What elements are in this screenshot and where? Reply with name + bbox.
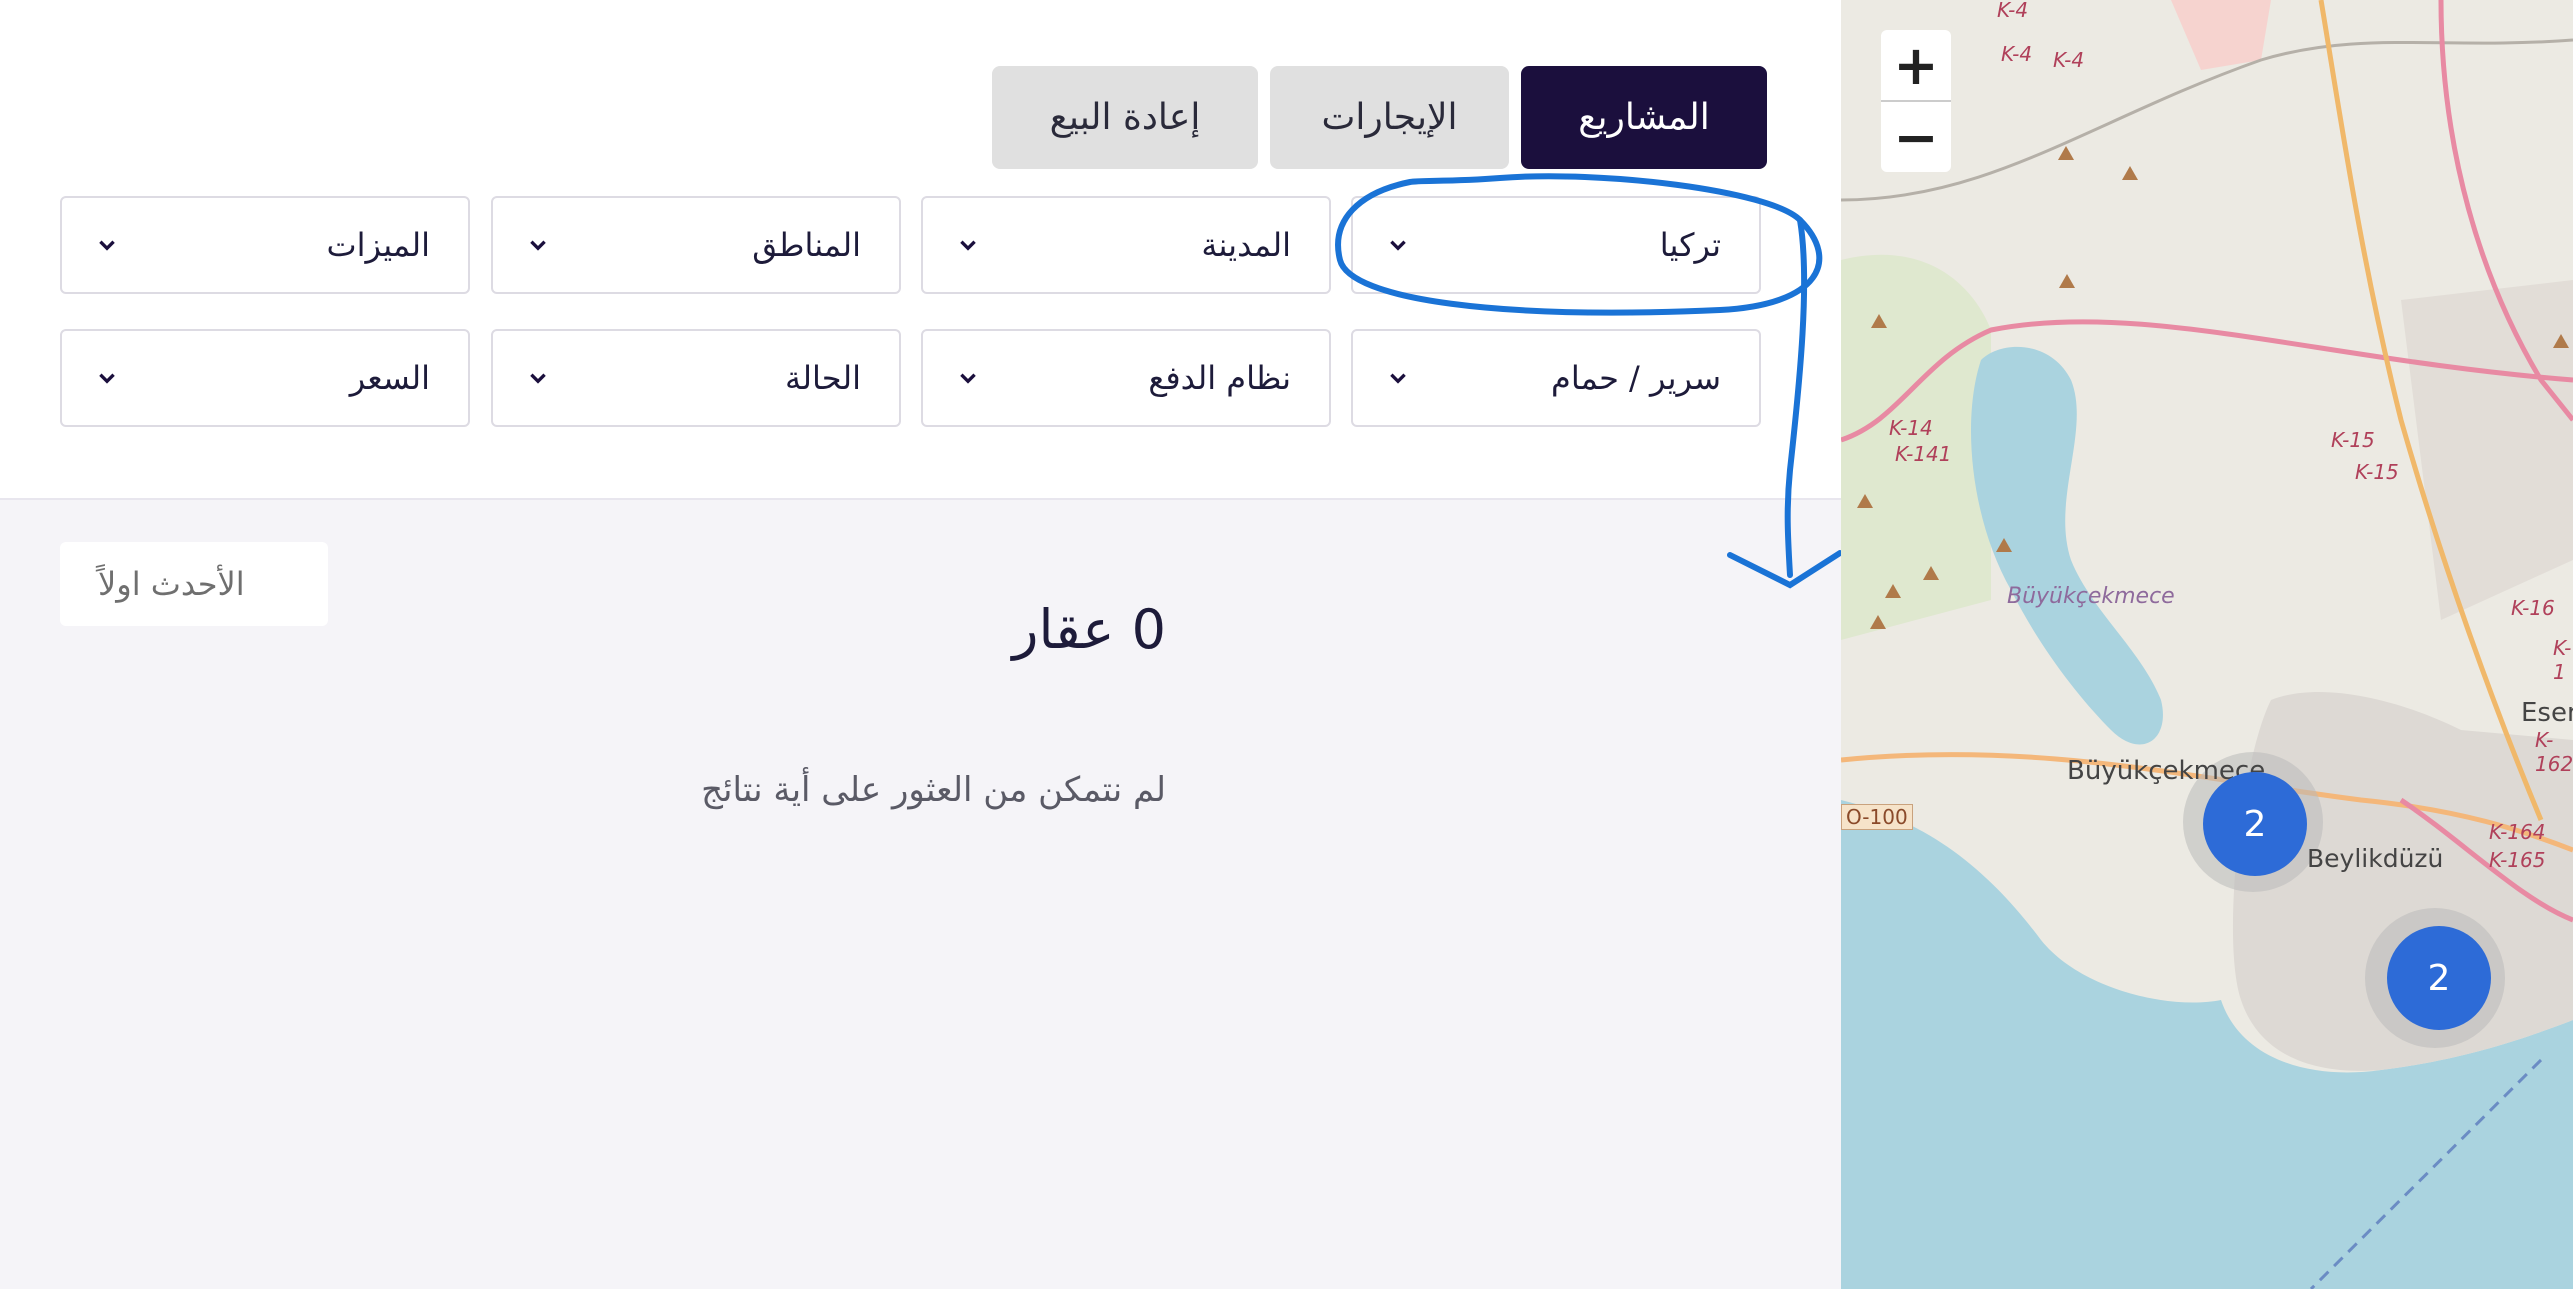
map-road-label: K-1: [2553, 636, 2572, 684]
map-road-label: K-162: [2535, 728, 2573, 776]
chevron-down-icon: [99, 373, 115, 384]
map-road-label: K-4: [2001, 42, 2033, 66]
tab-resale[interactable]: إعادة البيع: [992, 66, 1258, 169]
country-select[interactable]: تركيا: [1351, 196, 1761, 294]
filter-area: المشاريع الإيجارات إعادة البيع تركيا الم…: [0, 0, 1841, 500]
map-road-label: K-4: [2053, 48, 2085, 72]
payment-plan-select[interactable]: نظام الدفع: [921, 329, 1331, 427]
districts-select[interactable]: المناطق: [491, 196, 901, 294]
chevron-down-icon: [1390, 240, 1406, 251]
map-label-lake: Büyükçekmece: [2007, 584, 2175, 609]
map-road-label: K-14: [1889, 416, 1933, 440]
chevron-down-icon: [1390, 373, 1406, 384]
map-road-label: K-164: [2489, 820, 2546, 844]
sort-select-label: الأحدث اولاً: [98, 565, 245, 603]
chevron-down-icon: [99, 240, 115, 251]
map-road-label: K-141: [1895, 442, 1952, 466]
price-select-label: السعر: [349, 359, 430, 397]
map-road-label: K-16: [2511, 596, 2555, 620]
map[interactable]: Büyükçekmece Büyükçekmece Beylikdüzü Ese…: [1841, 0, 2573, 1289]
tab-projects[interactable]: المشاريع: [1521, 66, 1767, 169]
map-tiles: [1841, 0, 2573, 1289]
bed-bath-select-label: سرير / حمام: [1551, 359, 1721, 397]
map-cluster-marker[interactable]: 2: [2203, 772, 2307, 876]
map-road-label: O-100: [1841, 804, 1913, 830]
map-label-town: Beylikdüzü: [2307, 844, 2444, 873]
chevron-down-icon: [960, 373, 976, 384]
listing-panel: المشاريع الإيجارات إعادة البيع تركيا الم…: [0, 0, 1841, 1289]
map-road-label: K-15: [2331, 428, 2375, 452]
country-select-label: تركيا: [1659, 226, 1721, 264]
chevron-down-icon: [530, 240, 546, 251]
map-road-label: K-165: [2489, 848, 2546, 872]
results-count: 0 عقار: [766, 598, 1166, 668]
status-select[interactable]: الحالة: [491, 329, 901, 427]
status-select-label: الحالة: [785, 359, 861, 397]
zoom-in-button[interactable]: +: [1881, 30, 1951, 102]
price-select[interactable]: السعر: [60, 329, 470, 427]
features-select-label: الميزات: [326, 226, 430, 264]
no-results-message: لم نتمكن من العثور على أية نتائج: [701, 770, 1166, 810]
tab-rentals[interactable]: الإيجارات: [1270, 66, 1509, 169]
sort-select[interactable]: الأحدث اولاً: [60, 542, 328, 626]
features-select[interactable]: الميزات: [60, 196, 470, 294]
chevron-down-icon: [960, 240, 976, 251]
map-road-label: K-15: [2355, 460, 2399, 484]
map-label-town: Esenyurt: [2521, 698, 2573, 728]
payment-plan-select-label: نظام الدفع: [1148, 359, 1291, 397]
map-cluster-marker[interactable]: 2: [2387, 926, 2491, 1030]
city-select[interactable]: المدينة: [921, 196, 1331, 294]
bed-bath-select[interactable]: سرير / حمام: [1351, 329, 1761, 427]
districts-select-label: المناطق: [752, 226, 861, 264]
map-road-label: K-4: [1997, 0, 2029, 22]
city-select-label: المدينة: [1201, 226, 1291, 264]
chevron-down-icon: [530, 373, 546, 384]
results-count-text: 0 عقار: [1012, 598, 1166, 661]
zoom-out-button[interactable]: −: [1881, 102, 1951, 172]
